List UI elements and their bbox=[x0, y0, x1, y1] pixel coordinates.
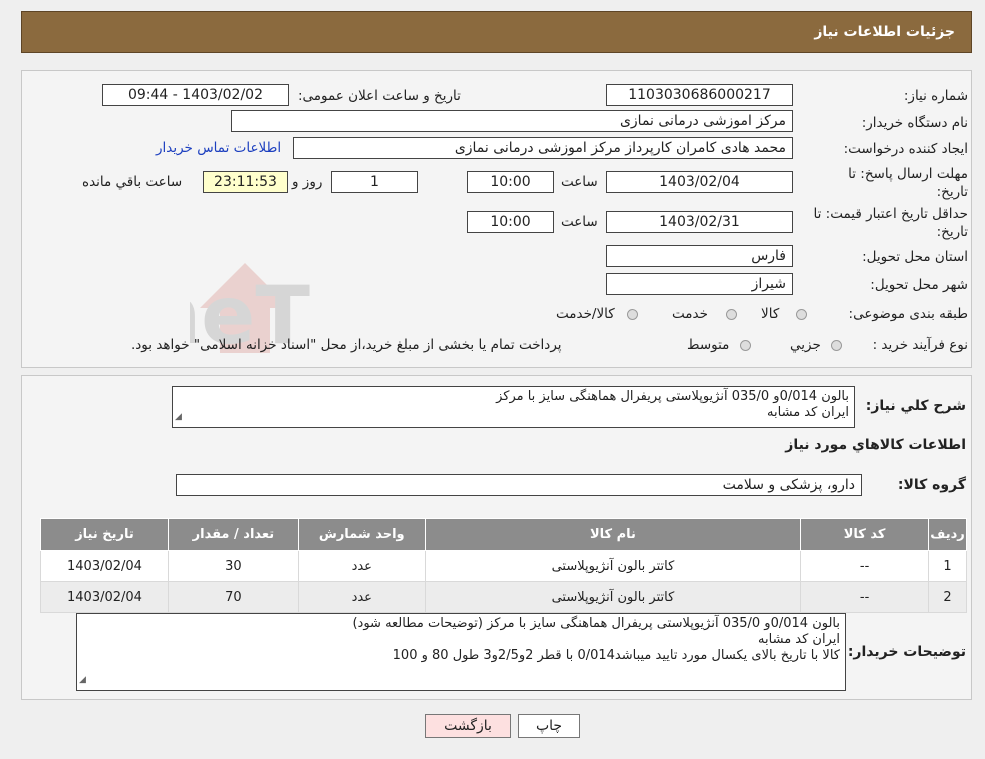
buyer-contact-link[interactable]: اطلاعات تماس خریدار bbox=[156, 140, 281, 156]
back-button[interactable]: بازگشت bbox=[425, 714, 511, 738]
cell-item-code: -- bbox=[800, 550, 930, 582]
deadline-date-field: 1403/02/04 bbox=[606, 171, 793, 193]
buyer-org-field: مرکز اموزشی درمانی نمازی bbox=[231, 110, 793, 132]
deadline-label-date: تاریخ: bbox=[936, 184, 968, 200]
buyer-notes-textarea[interactable]: بالون 0/014و 035/0 آنژیوپلاستی پریفرال ه… bbox=[76, 613, 846, 691]
category-radio-goods[interactable] bbox=[796, 309, 807, 320]
general-desc-line-2: ایران کد مشابه bbox=[767, 405, 849, 420]
buyer-notes-label: توضیحات خریدار: bbox=[847, 644, 966, 660]
price-validity-label-date: تاریخ: bbox=[936, 224, 968, 240]
city-field: شیراز bbox=[606, 273, 793, 295]
cell-row-number: 1 bbox=[928, 550, 967, 582]
remaining-time-field: 23:11:53 bbox=[203, 171, 288, 193]
cell-quantity: 70 bbox=[167, 581, 299, 613]
process-type-label: نوع فرآیند خرید : bbox=[872, 337, 968, 353]
resize-grip-icon[interactable]: ◢ bbox=[79, 672, 86, 688]
announce-datetime-field: 1403/02/02 - 09:44 bbox=[102, 84, 289, 106]
buyer-notes-line-1: بالون 0/014و 035/0 آنژیوپلاستی پریفرال ه… bbox=[352, 616, 840, 631]
col-header-quantity: تعداد / مقدار bbox=[167, 518, 299, 551]
cell-unit: عدد bbox=[297, 581, 426, 613]
table-row[interactable]: 2 -- کاتتر بالون آنژیوپلاستی عدد 70 1403… bbox=[40, 581, 967, 613]
price-validity-time-field: 10:00 bbox=[467, 211, 554, 233]
cell-item-name: کاتتر بالون آنژیوپلاستی bbox=[424, 550, 802, 582]
need-number-label: شماره نیاز: bbox=[903, 88, 968, 104]
goods-group-field: دارو، پزشکی و سلامت bbox=[176, 474, 862, 496]
process-option-minor: جزیي bbox=[790, 337, 821, 353]
process-option-medium: متوسط bbox=[687, 337, 730, 353]
days-remaining-field: 1 bbox=[331, 171, 418, 193]
general-desc-line-1: بالون 0/014و 035/0 آنژیوپلاستی پریفرال ه… bbox=[496, 389, 849, 404]
process-note: پرداخت تمام یا بخشی از مبلغ خرید،از محل … bbox=[131, 337, 562, 353]
col-header-row-number: رديف bbox=[928, 518, 967, 551]
cell-item-code: -- bbox=[800, 581, 930, 613]
buyer-notes-line-3: کالا با تاریخ بالای یکسال مورد تایید میب… bbox=[392, 648, 840, 663]
cell-unit: عدد bbox=[297, 550, 426, 582]
days-label: روز و bbox=[292, 174, 323, 190]
city-label: شهر محل تحویل: bbox=[870, 277, 968, 293]
general-desc-textarea[interactable]: بالون 0/014و 035/0 آنژیوپلاستی پریفرال ه… bbox=[172, 386, 855, 428]
resize-grip-icon[interactable]: ◢ bbox=[175, 409, 182, 425]
cell-need-date: 1403/02/04 bbox=[40, 581, 169, 613]
need-number-field: 1103030686000217 bbox=[606, 84, 793, 106]
price-validity-label: حداقل تاریخ اعتبار قیمت: تا bbox=[813, 206, 968, 222]
category-radio-goods-service[interactable] bbox=[627, 309, 638, 320]
category-option-goods-service: کالا/خدمت bbox=[556, 306, 615, 322]
buyer-notes-line-2: ایران کد مشابه bbox=[758, 632, 840, 647]
items-table: رديف کد کالا نام کالا واحد شمارش تعداد /… bbox=[40, 518, 967, 613]
announce-datetime-label: تاریخ و ساعت اعلان عمومی: bbox=[298, 88, 461, 104]
cell-item-name: کاتتر بالون آنژیوپلاستی bbox=[424, 581, 802, 613]
category-option-goods: کالا bbox=[761, 306, 780, 322]
print-button[interactable]: چاپ bbox=[518, 714, 580, 738]
remaining-time-label: ساعت باقي مانده bbox=[82, 174, 183, 190]
items-section-title: اطلاعات کالاهاي مورد نياز bbox=[785, 437, 966, 453]
table-header-row: رديف کد کالا نام کالا واحد شمارش تعداد /… bbox=[40, 518, 967, 551]
page-header: جزئیات اطلاعات نیاز bbox=[21, 11, 972, 53]
request-creator-label: ایجاد کننده درخواست: bbox=[843, 141, 968, 157]
col-header-item-code: کد کالا bbox=[800, 518, 930, 551]
page-title: جزئیات اطلاعات نیاز bbox=[814, 24, 955, 40]
province-label: استان محل تحویل: bbox=[862, 249, 968, 265]
table-row[interactable]: 1 -- کاتتر بالون آنژیوپلاستی عدد 30 1403… bbox=[40, 550, 967, 582]
col-header-item-name: نام کالا bbox=[424, 518, 802, 551]
col-header-need-date: تاريخ نياز bbox=[40, 518, 169, 551]
category-label: طبقه بندی موضوعی: bbox=[848, 306, 968, 322]
category-option-service: خدمت bbox=[672, 306, 708, 322]
price-validity-date-field: 1403/02/31 bbox=[606, 211, 793, 233]
category-radio-service[interactable] bbox=[726, 309, 737, 320]
deadline-time-field: 10:00 bbox=[467, 171, 554, 193]
deadline-label: مهلت ارسال پاسخ: تا bbox=[848, 166, 968, 182]
deadline-time-label: ساعت bbox=[561, 174, 598, 190]
general-desc-label: شرح کلي نياز: bbox=[865, 398, 966, 414]
process-radio-medium[interactable] bbox=[740, 340, 751, 351]
process-radio-minor[interactable] bbox=[831, 340, 842, 351]
province-field: فارس bbox=[606, 245, 793, 267]
request-creator-field: محمد هادی کامران کارپرداز مرکز اموزشی در… bbox=[293, 137, 793, 159]
cell-quantity: 30 bbox=[167, 550, 299, 582]
cell-row-number: 2 bbox=[928, 581, 967, 613]
cell-need-date: 1403/02/04 bbox=[40, 550, 169, 582]
col-header-unit: واحد شمارش bbox=[297, 518, 426, 551]
buyer-org-label: نام دستگاه خریدار: bbox=[861, 115, 968, 131]
price-validity-time-label: ساعت bbox=[561, 214, 598, 230]
goods-group-label: گروه کالا: bbox=[897, 477, 966, 493]
